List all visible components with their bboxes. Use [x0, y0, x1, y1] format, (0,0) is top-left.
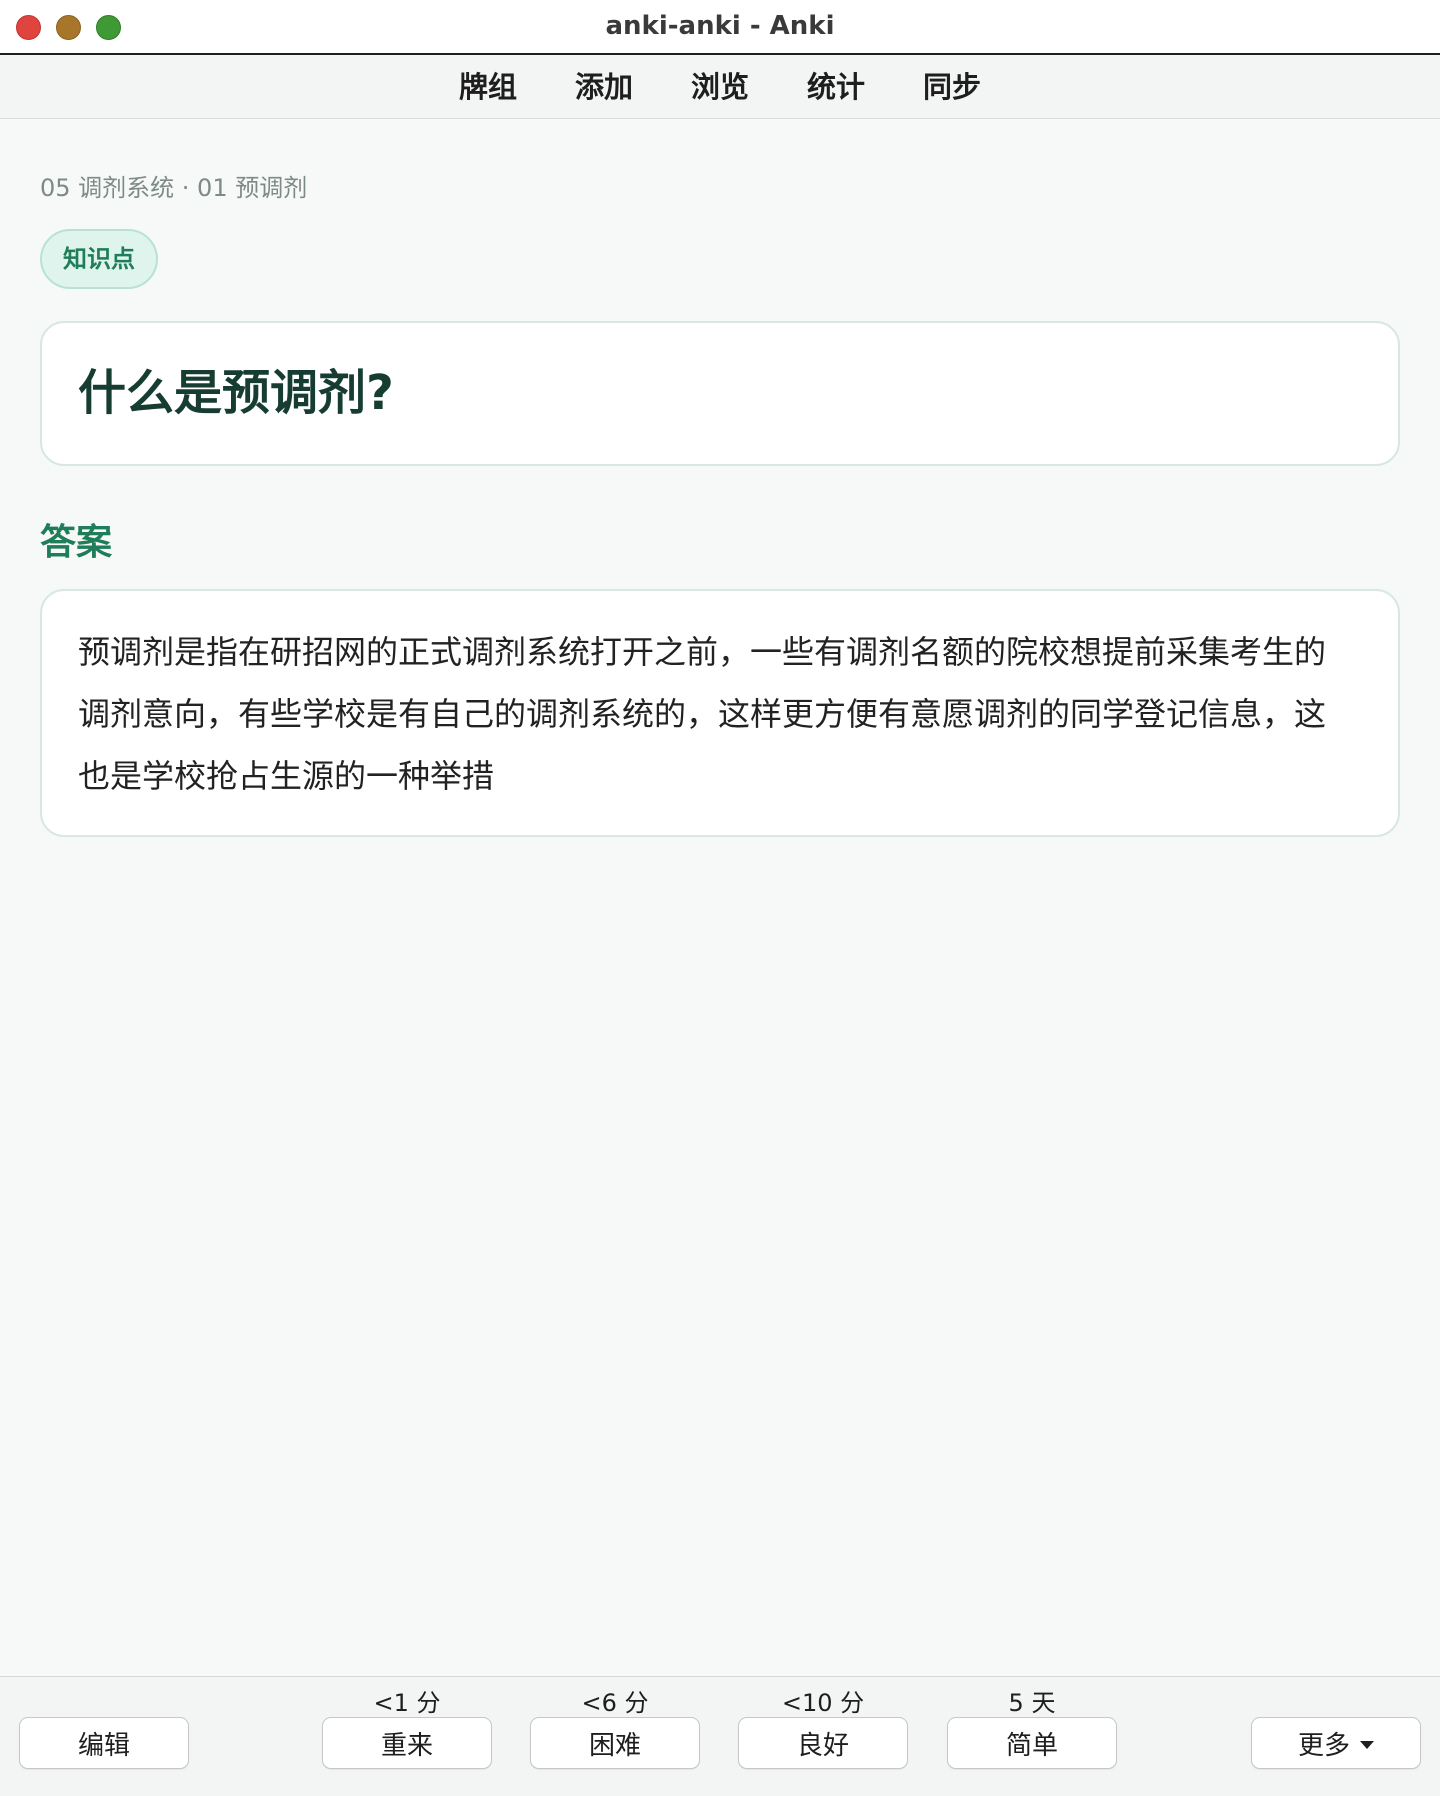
anki-window: anki-anki - Anki 牌组 添加 浏览 统计 同步 05 调剂系统 … — [0, 0, 1440, 1796]
edit-button[interactable]: 编辑 — [19, 1717, 189, 1769]
hard-interval: <6 分 — [581, 1689, 649, 1717]
more-button-label: 更多 — [1297, 1730, 1350, 1761]
hard-button[interactable]: 困难 — [530, 1717, 700, 1769]
card-tag-badge: 知识点 — [40, 229, 158, 289]
nav-stats[interactable]: 统计 — [778, 55, 894, 119]
good-button[interactable]: 良好 — [738, 1717, 908, 1769]
more-button[interactable]: 更多 — [1251, 1717, 1421, 1769]
good-interval: <10 分 — [781, 1689, 865, 1717]
caret-down-icon — [1360, 1741, 1374, 1749]
nav-decks[interactable]: 牌组 — [430, 55, 546, 119]
answer-text: 预调剂是指在研招网的正式调剂系统打开之前，一些有调剂名额的院校想提前采集考生的调… — [78, 633, 1327, 795]
nav-browse[interactable]: 浏览 — [662, 55, 778, 119]
window-title: anki-anki - Anki — [605, 11, 835, 41]
nav-add[interactable]: 添加 — [546, 55, 662, 119]
again-button[interactable]: 重来 — [322, 1717, 492, 1769]
again-interval: <1 分 — [373, 1689, 441, 1717]
question-card: 什么是预调剂? — [40, 321, 1400, 466]
easy-interval: 5 天 — [1008, 1689, 1056, 1717]
question-text: 什么是预调剂? — [78, 365, 394, 421]
easy-button[interactable]: 简单 — [947, 1717, 1117, 1769]
title-bar: anki-anki - Anki — [0, 0, 1440, 55]
top-nav: 牌组 添加 浏览 统计 同步 — [0, 55, 1440, 119]
deck-breadcrumb: 05 调剂系统 · 01 预调剂 — [40, 174, 308, 202]
review-bottom-bar: 编辑 <1 分 重来 <6 分 困难 <10 分 良好 5 天 简单 更多 — [0, 1676, 1440, 1796]
answer-card: 预调剂是指在研招网的正式调剂系统打开之前，一些有调剂名额的院校想提前采集考生的调… — [40, 589, 1400, 837]
answer-heading: 答案 — [40, 522, 113, 563]
nav-sync[interactable]: 同步 — [894, 55, 1010, 119]
